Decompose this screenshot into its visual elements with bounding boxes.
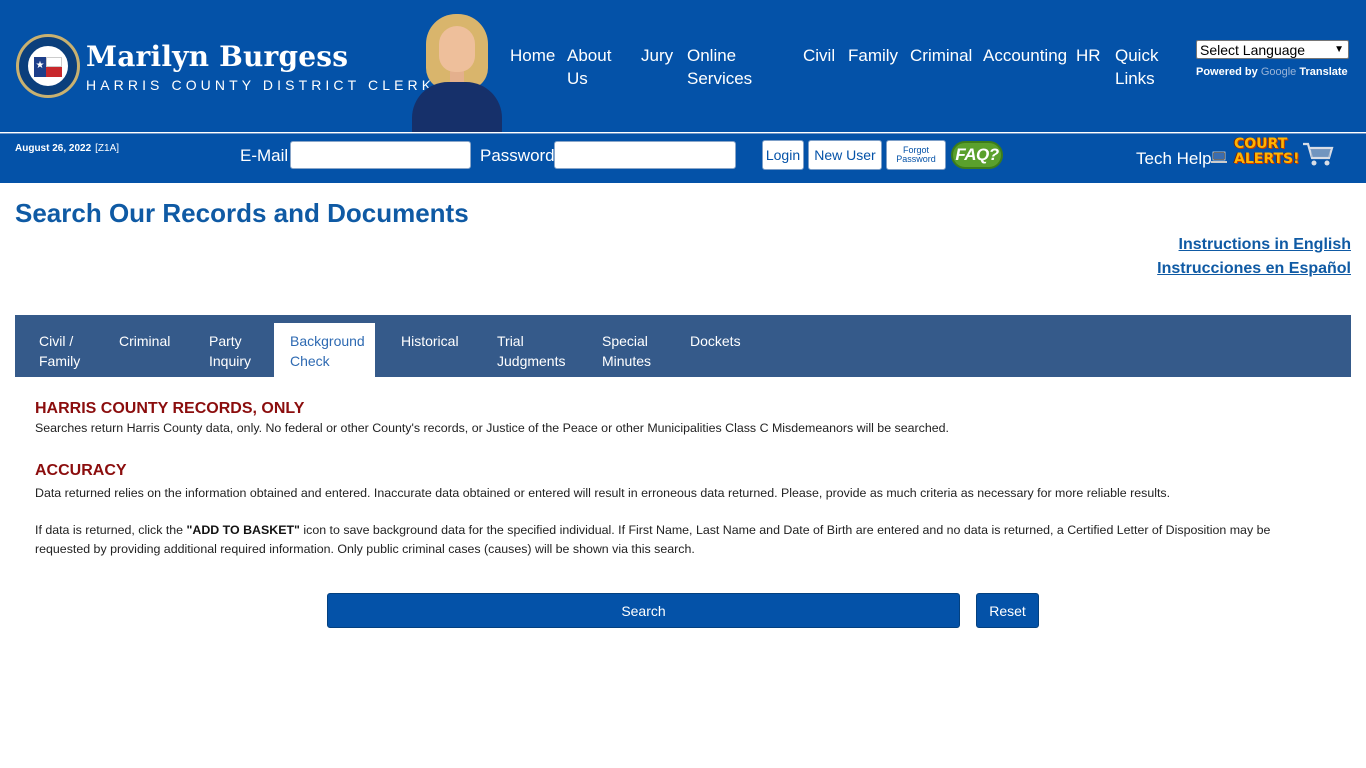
tab-historical[interactable]: Historical <box>401 323 477 377</box>
notice-add-to-basket: If data is returned, click the "ADD TO B… <box>35 521 1325 559</box>
chevron-down-icon: ▼ <box>1334 44 1344 55</box>
reset-button[interactable]: Reset <box>976 593 1039 628</box>
password-field[interactable] <box>554 141 736 169</box>
notice-text: Data returned relies on the information … <box>35 486 1171 500</box>
email-field[interactable] <box>290 141 471 169</box>
powered-by-google-translate[interactable]: Powered by Google Translate <box>1196 66 1348 78</box>
brand-name[interactable]: Marilyn Burgess <box>86 40 348 73</box>
nav-jury[interactable]: Jury <box>641 44 673 67</box>
nav-hr[interactable]: HR <box>1076 44 1101 67</box>
notice-heading: ACCURACY <box>35 462 127 479</box>
login-button[interactable]: Login <box>762 140 804 170</box>
nav-civil[interactable]: Civil <box>803 44 835 67</box>
nav-family[interactable]: Family <box>848 44 898 67</box>
shopping-cart-icon[interactable] <box>1301 140 1335 168</box>
current-date: August 26, 2022 [Z1A] <box>15 143 120 154</box>
site-header: ★ Marilyn Burgess HARRIS COUNTY DISTRICT… <box>0 0 1366 132</box>
notice-text: Searches return Harris County data, only… <box>35 421 949 435</box>
nav-criminal[interactable]: Criminal <box>910 44 972 67</box>
forgot-password-button[interactable]: Forgot Password <box>886 140 946 170</box>
brand-subtitle: HARRIS COUNTY DISTRICT CLERK <box>86 77 436 93</box>
faq-icon[interactable]: FAQ? <box>951 141 1003 169</box>
nav-quick-links[interactable]: Quick Links <box>1115 44 1158 90</box>
nav-home[interactable]: Home <box>510 44 555 67</box>
notice-heading: HARRIS COUNTY RECORDS, ONLY <box>35 400 305 417</box>
notice-county-records: HARRIS COUNTY RECORDS, ONLY Searches ret… <box>35 399 1325 438</box>
nav-accounting[interactable]: Accounting <box>983 44 1067 67</box>
tab-civil-family[interactable]: Civil / Family <box>39 323 103 377</box>
new-user-button[interactable]: New User <box>808 140 882 170</box>
language-select[interactable]: Select Language ▼ <box>1196 40 1349 59</box>
laptop-icon[interactable] <box>1211 151 1227 164</box>
court-alerts-link[interactable]: COURT ALERTS! <box>1234 137 1300 167</box>
instructions-spanish-link[interactable]: Instrucciones en Español <box>1157 260 1351 278</box>
tech-help-link[interactable]: Tech Help <box>1136 149 1212 169</box>
tab-special-minutes[interactable]: Special Minutes <box>602 323 666 377</box>
search-tabs: Civil / Family Criminal Party Inquiry Back… <box>15 315 1351 377</box>
tab-background-check[interactable]: Background Check <box>274 323 375 377</box>
district-clerk-seal-icon[interactable]: ★ <box>16 34 80 98</box>
tab-party-inquiry[interactable]: Party Inquiry <box>209 323 269 377</box>
clerk-portrait <box>410 10 504 132</box>
page-title: Search Our Records and Documents <box>15 198 469 228</box>
nav-about-us[interactable]: About Us <box>567 44 611 90</box>
tab-dockets[interactable]: Dockets <box>690 323 754 377</box>
notice-accuracy: ACCURACY Data returned relies on the inf… <box>35 461 1325 503</box>
tab-trial-judgments[interactable]: Trial Judgments <box>497 323 577 377</box>
email-label: E-Mail <box>240 146 289 165</box>
nav-online-services[interactable]: Online Services <box>687 44 752 90</box>
login-bar: August 26, 2022 [Z1A] E-Mail Password Log… <box>0 133 1366 183</box>
instructions-english-link[interactable]: Instructions in English <box>1179 236 1351 254</box>
password-label: Password <box>480 146 555 165</box>
tab-criminal[interactable]: Criminal <box>119 323 189 377</box>
notice-text: If data is returned, click the "ADD TO B… <box>35 523 1271 556</box>
search-button[interactable]: Search <box>327 593 960 628</box>
